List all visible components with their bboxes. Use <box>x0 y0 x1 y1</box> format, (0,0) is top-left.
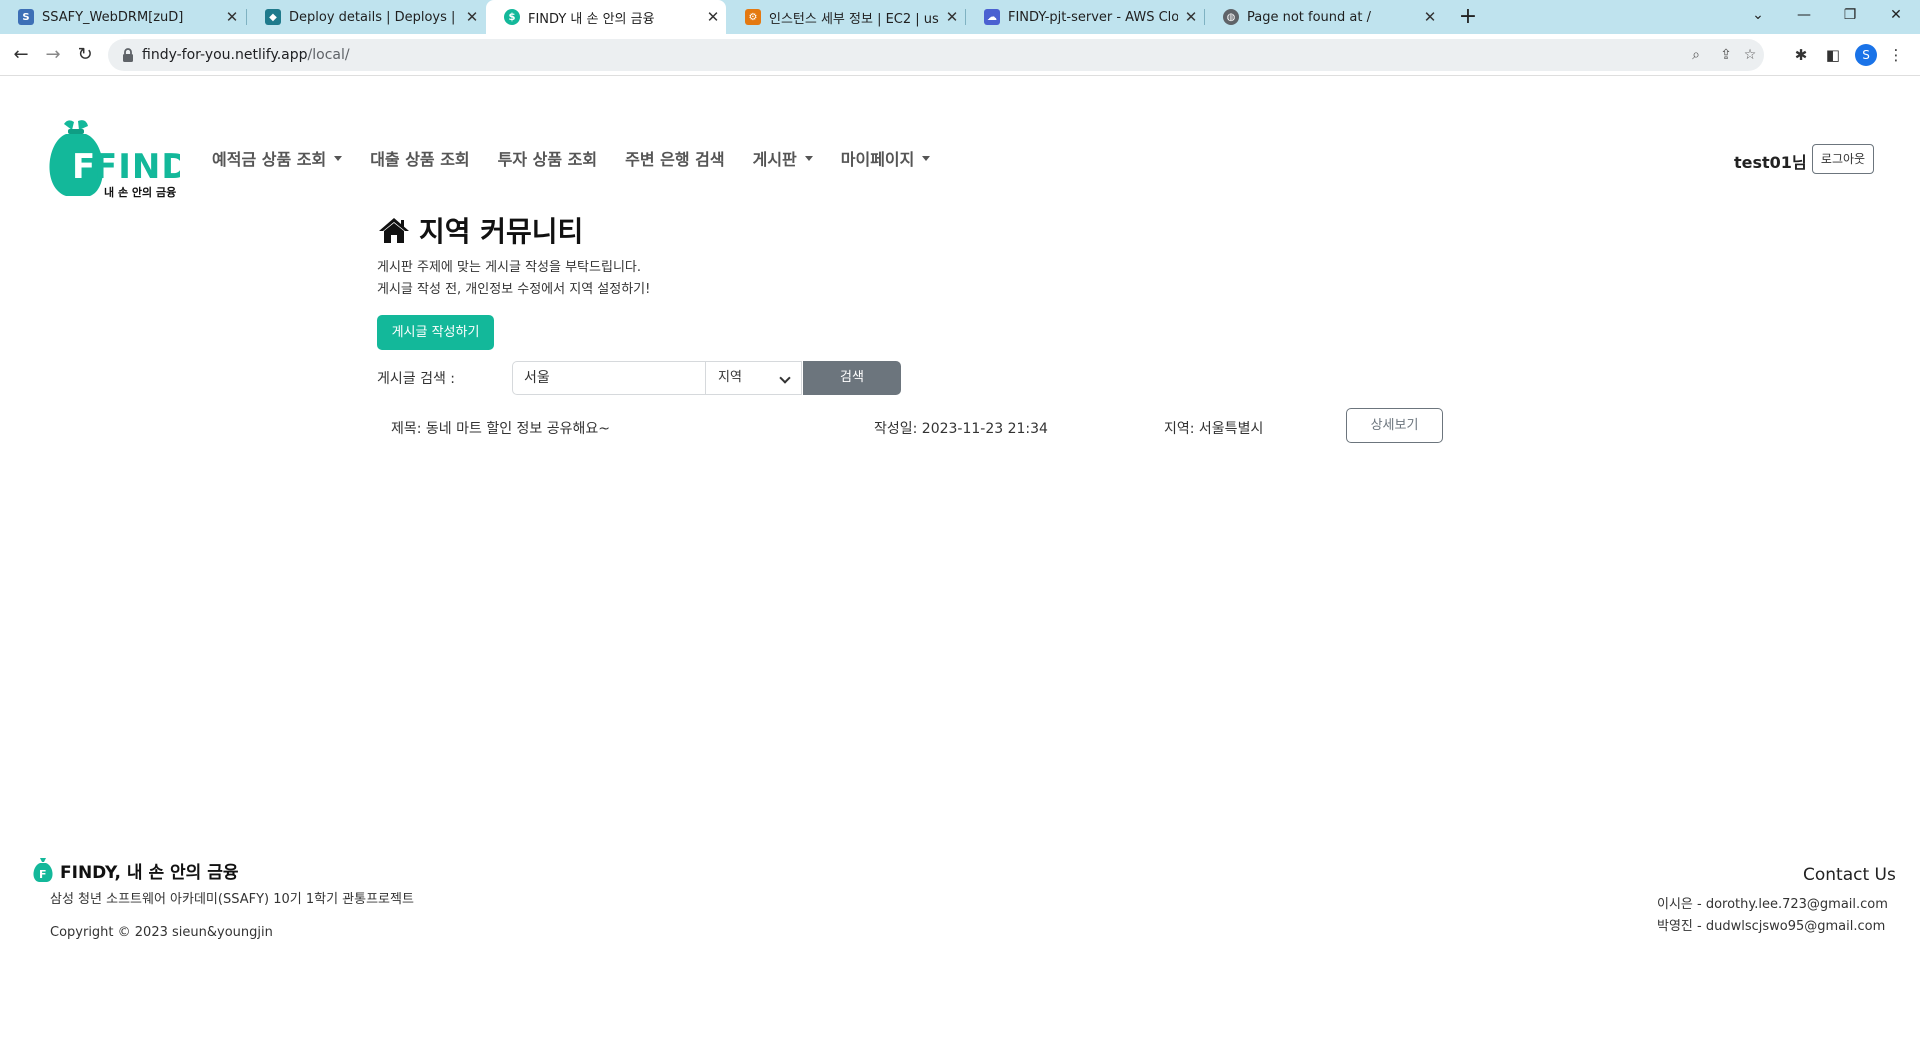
menu-loans[interactable]: 대출 상품 조회 <box>370 146 469 170</box>
reload-icon[interactable]: ↻ <box>70 40 100 70</box>
restore-icon[interactable]: ❐ <box>1827 0 1873 30</box>
browser-tab[interactable]: ◍ Page not found at / ✕ <box>1205 0 1443 34</box>
copyright: Copyright © 2023 sieun&youngjin <box>50 925 273 940</box>
contact-title: Contact Us <box>1803 865 1896 885</box>
footer-subtitle: 삼성 청년 소프트웨어 아카데미(SSAFY) 10기 1학기 관통프로젝트 <box>50 892 414 907</box>
post-date: 작성일: 2023-11-23 21:34 <box>874 421 1048 437</box>
tab-close-icon[interactable]: ✕ <box>459 8 485 26</box>
browser-tabstrip: S SSAFY_WebDRM[zuD] ✕ ◆ Deploy details |… <box>0 0 1920 34</box>
menu-nearby-banks[interactable]: 주변 은행 검색 <box>625 146 724 170</box>
tab-favicon-icon: ◆ <box>265 9 281 25</box>
tab-favicon-icon: ◍ <box>1223 9 1239 25</box>
page-title: 지역 커뮤니티 <box>377 210 583 250</box>
browser-toolbar: ← → ↻ findy-for-you.netlify.app/local/ ⌕… <box>0 34 1920 76</box>
close-window-icon[interactable]: ✕ <box>1873 0 1919 30</box>
browser-tab[interactable]: ⚙ 인스턴스 세부 정보 | EC2 | us-e ✕ <box>727 0 965 34</box>
browser-tab[interactable]: ☁ FINDY-pjt-server - AWS Cloud9 ✕ <box>966 0 1204 34</box>
back-icon[interactable]: ← <box>6 40 36 70</box>
search-input[interactable]: 서울 <box>512 361 706 395</box>
tab-title: FINDY 내 손 안의 금융 <box>528 11 655 27</box>
new-tab-button[interactable]: + <box>1454 3 1482 31</box>
logo-text: FINDY <box>94 147 180 187</box>
chevron-down-icon <box>779 372 791 384</box>
menu-label: 마이페이지 <box>840 150 915 169</box>
tab-close-icon[interactable]: ✕ <box>700 8 726 26</box>
url-path: /local/ <box>307 47 350 63</box>
caret-down-icon <box>804 155 813 161</box>
contact-email[interactable]: 이시은 - dorothy.lee.723@gmail.com <box>1657 893 1888 912</box>
menu-mypage[interactable]: 마이페이지 <box>841 146 931 170</box>
url-text: findy-for-you.netlify.app/local/ <box>142 39 350 71</box>
menu-label: 대출 상품 조회 <box>370 150 470 169</box>
tab-close-icon[interactable]: ✕ <box>219 8 245 26</box>
tab-favicon-icon: $ <box>504 9 520 25</box>
share-icon[interactable]: ⇪ <box>1718 47 1734 63</box>
zoom-icon[interactable]: ⌕ <box>1688 47 1704 63</box>
tab-title: FINDY-pjt-server - AWS Cloud9 <box>1008 9 1178 25</box>
tab-close-icon[interactable]: ✕ <box>1178 8 1204 26</box>
contact-email[interactable]: 박영진 - dudwlscjswo95@gmail.com <box>1657 915 1885 934</box>
footer-brand: F FINDY, 내 손 안의 금융 <box>32 857 239 883</box>
site-navbar: F FINDY 내 손 안의 금융 예적금 상품 조회 대출 상품 조회 투자 … <box>0 110 1920 200</box>
menu-label: 투자 상품 조회 <box>497 150 598 169</box>
menu-label: 예적금 상품 조회 <box>212 150 327 169</box>
tab-favicon-icon: ⚙ <box>745 9 761 25</box>
main-menu: 예적금 상품 조회 대출 상품 조회 투자 상품 조회 주변 은행 검색 게시판… <box>212 146 931 170</box>
region-select[interactable]: 지역 <box>706 361 802 395</box>
lock-icon <box>123 48 133 62</box>
forward-icon[interactable]: → <box>38 40 68 70</box>
description-line-1: 게시판 주제에 맞는 게시글 작성을 부탁드립니다. <box>377 260 641 275</box>
menu-savings[interactable]: 예적금 상품 조회 <box>212 146 343 170</box>
svg-text:F: F <box>39 868 47 881</box>
logout-button[interactable]: 로그아웃 <box>1812 144 1874 174</box>
detail-button[interactable]: 상세보기 <box>1346 408 1443 443</box>
tab-title: Page not found at / <box>1247 9 1371 25</box>
tab-title: 인스턴스 세부 정보 | EC2 | us-e <box>769 11 939 27</box>
caret-down-icon <box>334 155 343 161</box>
search-button[interactable]: 검색 <box>803 361 901 395</box>
menu-label: 주변 은행 검색 <box>625 150 725 169</box>
post-region: 지역: 서울특별시 <box>1164 421 1264 437</box>
tab-search-icon[interactable]: ⌄ <box>1735 0 1781 30</box>
tab-close-icon[interactable]: ✕ <box>1417 8 1443 26</box>
search-label: 게시글 검색 : <box>377 371 456 387</box>
money-bag-icon: F <box>33 858 53 882</box>
menu-kebab-icon[interactable]: ⋮ <box>1886 45 1906 65</box>
caret-down-icon <box>922 155 931 161</box>
tab-favicon-icon: ☁ <box>984 9 1000 25</box>
logo-subtitle: 내 손 안의 금융 <box>104 185 176 199</box>
tab-title: Deploy details | Deploys | findy <box>289 9 459 25</box>
minimize-icon[interactable]: — <box>1781 0 1827 30</box>
browser-tab[interactable]: S SSAFY_WebDRM[zuD] ✕ <box>0 0 245 34</box>
page-title-text: 지역 커뮤니티 <box>419 215 584 248</box>
bookmark-star-icon[interactable]: ☆ <box>1742 47 1758 63</box>
description-line-2: 게시글 작성 전, 개인정보 수정에서 지역 설정하기! <box>377 282 651 297</box>
browser-tab-active[interactable]: $ FINDY 내 손 안의 금융 ✕ <box>486 0 726 34</box>
browser-tab[interactable]: ◆ Deploy details | Deploys | findy ✕ <box>247 0 485 34</box>
list-item: 제목: 동네 마트 할인 정보 공유해요~ 작성일: 2023-11-23 21… <box>377 408 1443 444</box>
url-host: findy-for-you.netlify.app <box>142 47 308 63</box>
menu-board[interactable]: 게시판 <box>753 146 813 170</box>
tab-close-icon[interactable]: ✕ <box>939 8 965 26</box>
side-panel-icon[interactable]: ◧ <box>1823 45 1843 65</box>
profile-avatar[interactable]: S <box>1855 44 1877 66</box>
findy-logo[interactable]: F FINDY 내 손 안의 금융 <box>44 118 180 200</box>
home-icon <box>379 218 409 243</box>
write-post-button[interactable]: 게시글 작성하기 <box>377 315 494 350</box>
tab-title: SSAFY_WebDRM[zuD] <box>42 9 184 25</box>
post-title: 제목: 동네 마트 할인 정보 공유해요~ <box>391 421 611 437</box>
region-select-value: 지역 <box>718 370 742 385</box>
user-name: test01님 <box>1734 153 1807 172</box>
menu-investments[interactable]: 투자 상품 조회 <box>498 146 597 170</box>
address-bar[interactable]: findy-for-you.netlify.app/local/ ⌕ ⇪ ☆ <box>108 39 1764 71</box>
svg-text:F: F <box>72 147 95 187</box>
footer-brand-text: FINDY, 내 손 안의 금융 <box>60 862 239 883</box>
menu-label: 게시판 <box>752 150 797 169</box>
extensions-icon[interactable]: ✱ <box>1791 45 1811 65</box>
tab-favicon-icon: S <box>18 9 34 25</box>
